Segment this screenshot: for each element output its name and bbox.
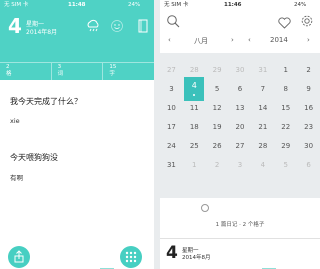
calendar-day[interactable]: 2 xyxy=(297,61,320,80)
calendar-day[interactable]: 9 xyxy=(297,80,320,99)
calendar-header: 无 SIM 卡 11:46 24% ‹ 八月 › ‹ 2014 › xyxy=(160,0,320,52)
diary-screen: 无 SIM 卡 11:48 24% 4 星期一 2014年8月 2 格 3 词 xyxy=(0,0,154,269)
entry-answer[interactable]: 有啊 xyxy=(10,172,23,182)
prev-year-button[interactable]: ‹ xyxy=(248,36,251,44)
calendar-day[interactable]: 29 xyxy=(274,137,297,156)
calendar-grid: 27 28 29 30 31 1 2 3 4 5 6 7 8 9 10 11 12 13 14 15 16 17 18 19 2… xyxy=(160,53,320,198)
calendar-day[interactable]: 16 xyxy=(297,99,320,118)
calendar-day-other-month[interactable]: 1 xyxy=(183,156,206,175)
calendar-day[interactable]: 11 xyxy=(183,99,206,118)
bottom-bar[interactable]: 4 星期一 2014年8月 xyxy=(160,238,320,269)
stat-number: 3 xyxy=(57,64,62,70)
calendar-day[interactable]: 22 xyxy=(274,118,297,137)
grid-button[interactable] xyxy=(120,246,142,268)
calendar-day[interactable]: 20 xyxy=(229,118,252,137)
calendar-day[interactable]: 23 xyxy=(297,118,320,137)
cloud-rain-icon[interactable] xyxy=(86,18,100,37)
calendar-day[interactable]: 10 xyxy=(160,99,183,118)
calendar-day[interactable]: 6 xyxy=(229,80,252,99)
entry-question[interactable]: 今天喂狗狗没 xyxy=(10,152,58,163)
clock-label: 11:46 xyxy=(224,2,242,8)
calendar-day[interactable]: 7 xyxy=(251,80,274,99)
day-number: 4 xyxy=(8,14,22,38)
calendar-day-selected[interactable]: 4 xyxy=(184,77,205,101)
stat-number: 2 xyxy=(6,64,10,70)
calendar-day[interactable]: 12 xyxy=(206,99,229,118)
share-icon xyxy=(8,250,30,269)
calendar-day[interactable]: 5 xyxy=(206,80,229,99)
grid-icon xyxy=(120,251,142,269)
year-label[interactable]: 2014 xyxy=(270,36,288,44)
calendar-day-other-month[interactable]: 27 xyxy=(160,61,183,80)
calendar-day-other-month[interactable]: 29 xyxy=(206,61,229,80)
day-number: 4 xyxy=(191,81,197,90)
bottom-bar xyxy=(0,241,154,269)
calendar-day[interactable]: 8 xyxy=(274,80,297,99)
month-label[interactable]: 八月 xyxy=(194,36,208,46)
calendar-day[interactable]: 30 xyxy=(297,137,320,156)
calendar-day[interactable]: 3 xyxy=(160,80,183,99)
calendar-day[interactable]: 15 xyxy=(274,99,297,118)
calendar-day-other-month[interactable]: 31 xyxy=(251,61,274,80)
stat-unit: 字 xyxy=(109,71,115,77)
calendar-day[interactable]: 25 xyxy=(183,137,206,156)
carrier-label: 无 SIM 卡 xyxy=(4,2,29,8)
carrier-label: 无 SIM 卡 xyxy=(164,2,189,8)
calendar-day-other-month[interactable]: 5 xyxy=(274,156,297,175)
calendar-day[interactable]: 24 xyxy=(160,137,183,156)
entry-answer[interactable]: xie xyxy=(10,117,20,125)
month-year-nav: ‹ 八月 › ‹ 2014 › xyxy=(160,36,320,48)
stat-chars: 15 字 xyxy=(102,63,154,81)
calendar-day[interactable]: 27 xyxy=(229,137,252,156)
scroll-handle-icon[interactable] xyxy=(201,204,209,212)
stat-grids: 2 格 xyxy=(0,63,51,81)
calendar-day[interactable]: 17 xyxy=(160,118,183,137)
diary-count: 1 篇日记 xyxy=(215,222,238,228)
calendar-day[interactable]: 28 xyxy=(251,137,274,156)
stats-row: 2 格 3 词 15 字 xyxy=(0,62,154,81)
prev-month-button[interactable]: ‹ xyxy=(168,36,171,44)
stat-words: 3 词 xyxy=(50,63,103,81)
calendar-day-other-month[interactable]: 3 xyxy=(229,156,252,175)
share-button[interactable] xyxy=(8,246,30,268)
calendar-day[interactable]: 14 xyxy=(251,99,274,118)
year-month-label: 2014年8月 xyxy=(182,255,211,261)
calendar-day[interactable]: 18 xyxy=(183,118,206,137)
calendar-day-other-month[interactable]: 4 xyxy=(251,156,274,175)
calendar-day-other-month[interactable]: 30 xyxy=(229,61,252,80)
calendar-screen: 无 SIM 卡 11:46 24% ‹ 八月 › ‹ 2014 › 27 28 29… xyxy=(160,0,320,269)
day-header: 无 SIM 卡 11:48 24% 4 星期一 2014年8月 2 格 3 词 xyxy=(0,0,154,81)
next-year-button[interactable]: › xyxy=(307,36,310,44)
month-summary: 1 篇日记 · 2 个格子 xyxy=(160,204,320,228)
gear-icon[interactable] xyxy=(300,13,314,32)
grid-count: 2 个格子 xyxy=(242,222,265,228)
calendar-day-other-month[interactable]: 6 xyxy=(297,156,320,175)
calendar-day[interactable]: 1 xyxy=(274,61,297,80)
notebook-icon[interactable] xyxy=(138,18,148,37)
stat-unit: 词 xyxy=(57,71,64,77)
calendar-day[interactable]: 19 xyxy=(206,118,229,137)
stat-unit: 格 xyxy=(6,71,12,77)
battery-label: 24% xyxy=(128,2,141,8)
battery-label: 24% xyxy=(294,2,307,8)
day-number: 4 xyxy=(166,243,178,263)
calendar-day-other-month[interactable]: 2 xyxy=(206,156,229,175)
search-icon[interactable] xyxy=(166,13,180,32)
calendar-day[interactable]: 21 xyxy=(251,118,274,137)
entry-dot-icon xyxy=(193,94,196,96)
smiley-icon[interactable] xyxy=(110,18,124,37)
stat-number: 15 xyxy=(109,64,117,70)
entry-question[interactable]: 我今天完成了什么？ xyxy=(10,96,82,107)
heart-icon[interactable] xyxy=(278,14,291,33)
clock-label: 11:48 xyxy=(68,2,86,8)
status-bar: 无 SIM 卡 11:46 24% xyxy=(160,0,320,10)
calendar-day[interactable]: 26 xyxy=(206,137,229,156)
next-month-button[interactable]: › xyxy=(231,36,234,44)
year-month-label: 2014年8月 xyxy=(26,29,58,36)
calendar-day[interactable]: 31 xyxy=(160,156,183,175)
status-bar: 无 SIM 卡 11:48 24% xyxy=(0,0,154,10)
calendar-day[interactable]: 13 xyxy=(229,99,252,118)
